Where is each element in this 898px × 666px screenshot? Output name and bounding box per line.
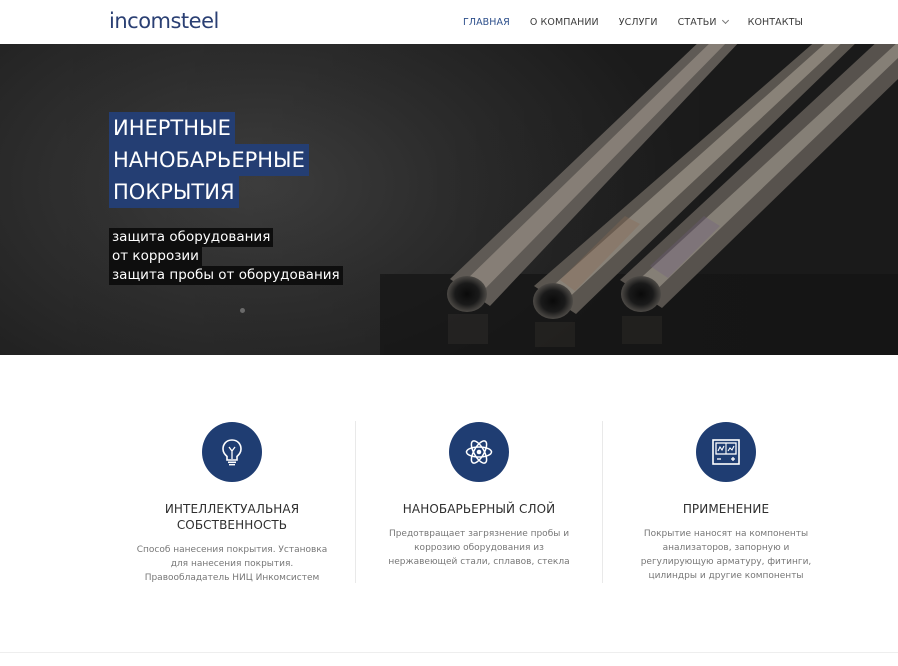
nav-item-home[interactable]: ГЛАВНАЯ	[453, 17, 520, 28]
nav-item-articles-label: СТАТЬИ	[677, 16, 717, 28]
feature-text-line: нержавеющей стали, сплавов, стекла	[388, 557, 570, 567]
analyzer-icon	[712, 439, 740, 465]
feature-text-line: коррозию оборудования из	[414, 543, 544, 553]
feature-intellectual-property: ИНТЕЛЛЕКТУАЛЬНАЯ СОБСТВЕННОСТЬ Способ на…	[109, 355, 355, 585]
feature-text-line: цилиндры и другие компоненты	[648, 571, 804, 581]
feature-nanobarrier-layer: НАНОБАРЬЕРНЫЙ СЛОЙ Предотвращает загрязн…	[356, 355, 602, 569]
feature-description: Покрытие наносят на компоненты анализато…	[603, 527, 849, 583]
hero-subtitle-line: защита оборудования	[109, 228, 274, 247]
hero-subtitle-line: от коррозии	[109, 247, 202, 266]
atom-icon	[465, 440, 493, 464]
feature-text-line: регулирующую арматуру, фитинги,	[640, 557, 812, 567]
hero-subtitle: защита оборудования от коррозии защита п…	[109, 228, 343, 285]
feature-title: НАНОБАРЬЕРНЫЙ СЛОЙ	[402, 502, 556, 516]
feature-title-line: СОБСТВЕННОСТЬ	[176, 518, 288, 532]
feature-icon-circle	[449, 422, 509, 482]
feature-text-line: Способ нанесения покрытия. Установка	[136, 545, 328, 555]
feature-icon-circle	[696, 422, 756, 482]
feature-title: ПРИМЕНЕНИЕ	[682, 502, 770, 516]
main-nav: ГЛАВНАЯ О КОМПАНИИ УСЛУГИ СТАТЬИ КОНТАКТ…	[453, 0, 813, 44]
nav-item-contacts[interactable]: КОНТАКТЫ	[738, 17, 813, 28]
nav-item-about[interactable]: О КОМПАНИИ	[520, 17, 609, 28]
hero-title-line: ПОКРЫТИЯ	[109, 176, 239, 208]
slider-dot[interactable]	[240, 308, 245, 313]
hero-title-line: ИНЕРТНЫЕ	[109, 112, 235, 144]
features-section: ИНТЕЛЛЕКТУАЛЬНАЯ СОБСТВЕННОСТЬ Способ на…	[0, 355, 898, 666]
hero-subtitle-line: защита пробы от оборудования	[109, 266, 343, 285]
feature-text-line: Правообладатель НИЦ Инкомсистем	[144, 573, 320, 583]
feature-text-line: для нанесения покрытия.	[170, 559, 294, 569]
hero-slider: ИНЕРТНЫЕ НАНОБАРЬЕРНЫЕ ПОКРЫТИЯ защита о…	[0, 44, 898, 355]
site-header: incomsteel ГЛАВНАЯ О КОМПАНИИ УСЛУГИ СТА…	[0, 0, 898, 44]
feature-text-line: анализаторов, запорную и	[662, 543, 790, 553]
feature-description: Способ нанесения покрытия. Установка для…	[109, 543, 355, 585]
feature-icon-circle	[202, 422, 262, 482]
hero-title: ИНЕРТНЫЕ НАНОБАРЬЕРНЫЕ ПОКРЫТИЯ	[109, 112, 309, 208]
nav-item-services[interactable]: УСЛУГИ	[609, 17, 668, 28]
feature-text-line: Покрытие наносят на компоненты	[643, 529, 809, 539]
feature-application: ПРИМЕНЕНИЕ Покрытие наносят на компонент…	[603, 355, 849, 583]
feature-description: Предотвращает загрязнение пробы и корроз…	[356, 527, 602, 569]
feature-title: ИНТЕЛЛЕКТУАЛЬНАЯ СОБСТВЕННОСТЬ	[109, 501, 355, 533]
site-logo[interactable]: incomsteel	[109, 9, 219, 33]
hero-title-line: НАНОБАРЬЕРНЫЕ	[109, 144, 309, 176]
chevron-down-icon	[721, 16, 729, 25]
nav-item-articles[interactable]: СТАТЬИ	[668, 17, 738, 28]
feature-title-line: ИНТЕЛЛЕКТУАЛЬНАЯ	[164, 502, 300, 516]
section-divider	[0, 652, 898, 653]
lightbulb-icon	[222, 439, 242, 466]
feature-text-line: Предотвращает загрязнение пробы и	[388, 529, 570, 539]
